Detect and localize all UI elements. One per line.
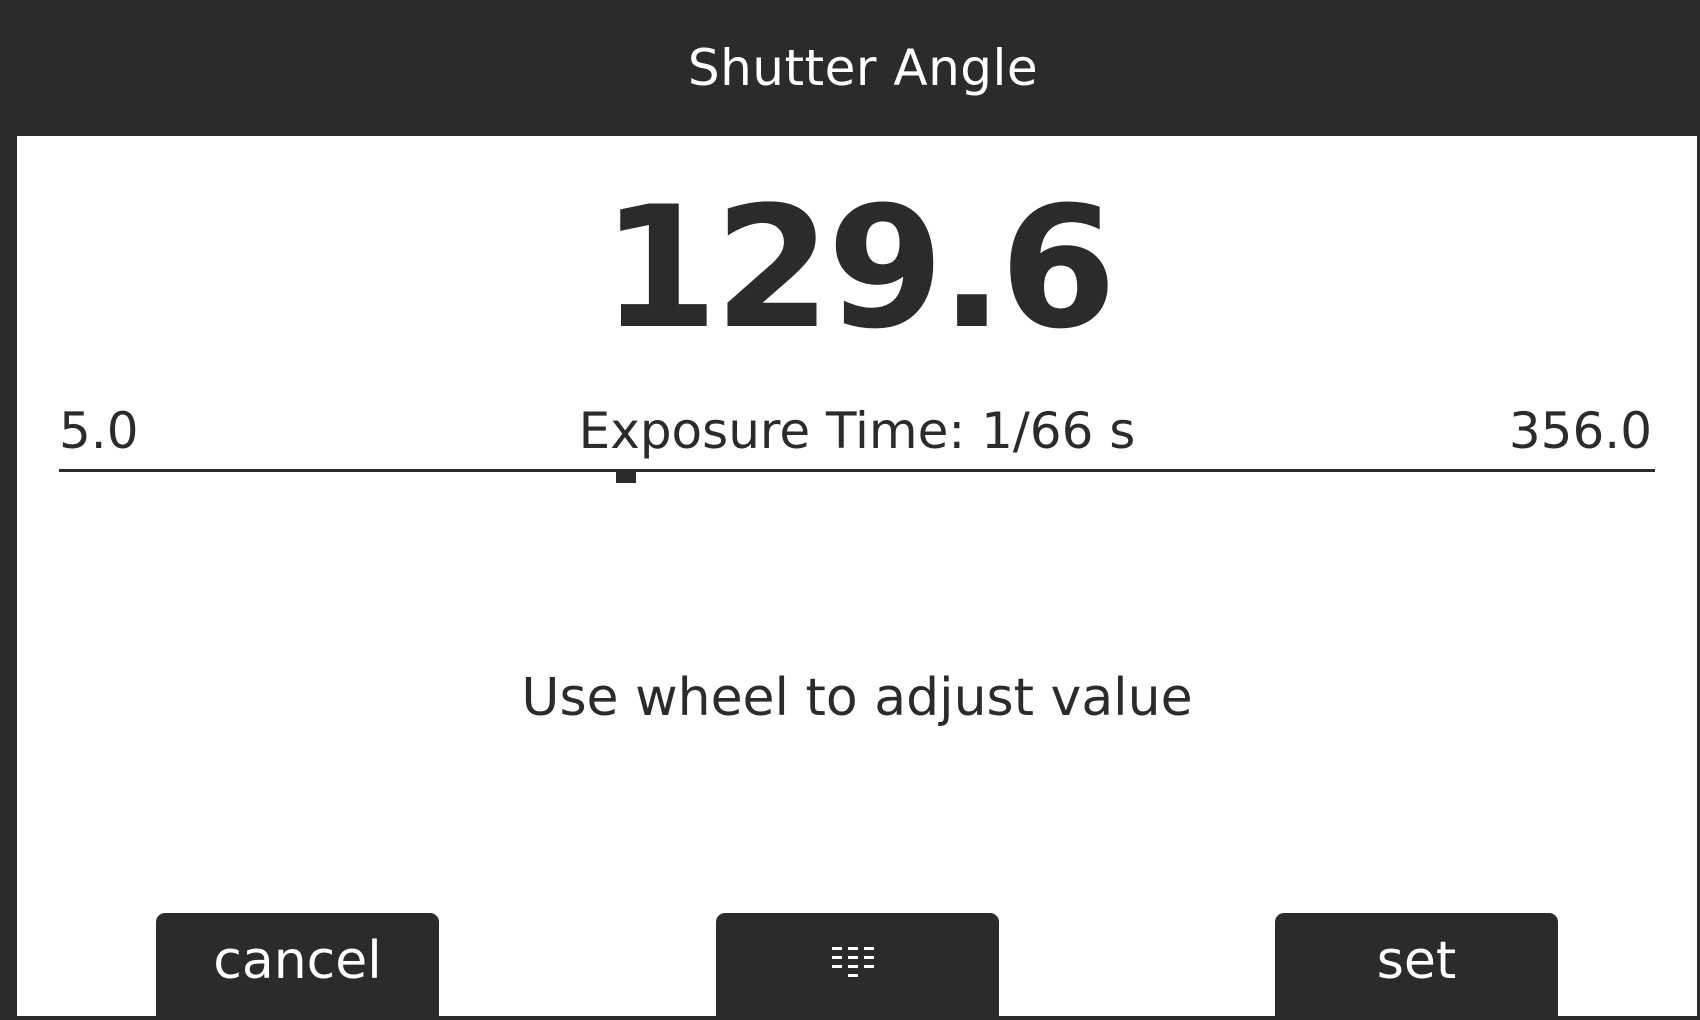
cancel-button[interactable]: cancel [156,913,439,1016]
set-button[interactable]: set [1275,913,1558,1016]
slider-track [59,469,1655,472]
exposure-time-label: Exposure Time: 1/66 s [578,402,1136,460]
set-button-label: set [1376,931,1457,991]
keypad-button[interactable] [716,913,999,1016]
keypad-icon [831,947,874,977]
value-panel: 129.6 5.0 Exposure Time: 1/66 s 356.0 Us… [17,136,1697,1016]
range-max-label: 356.0 [1508,402,1652,460]
current-value: 129.6 [601,170,1116,366]
shutter-angle-screen: Shutter Angle 129.6 5.0 Exposure Time: 1… [0,0,1700,1020]
shutter-angle-slider[interactable] [59,469,1655,509]
title-bar: Shutter Angle [0,0,1700,136]
wheel-hint: Use wheel to adjust value [521,668,1193,728]
slider-thumb[interactable] [615,471,636,483]
cancel-button-label: cancel [213,931,382,991]
page-title: Shutter Angle [687,39,1039,97]
